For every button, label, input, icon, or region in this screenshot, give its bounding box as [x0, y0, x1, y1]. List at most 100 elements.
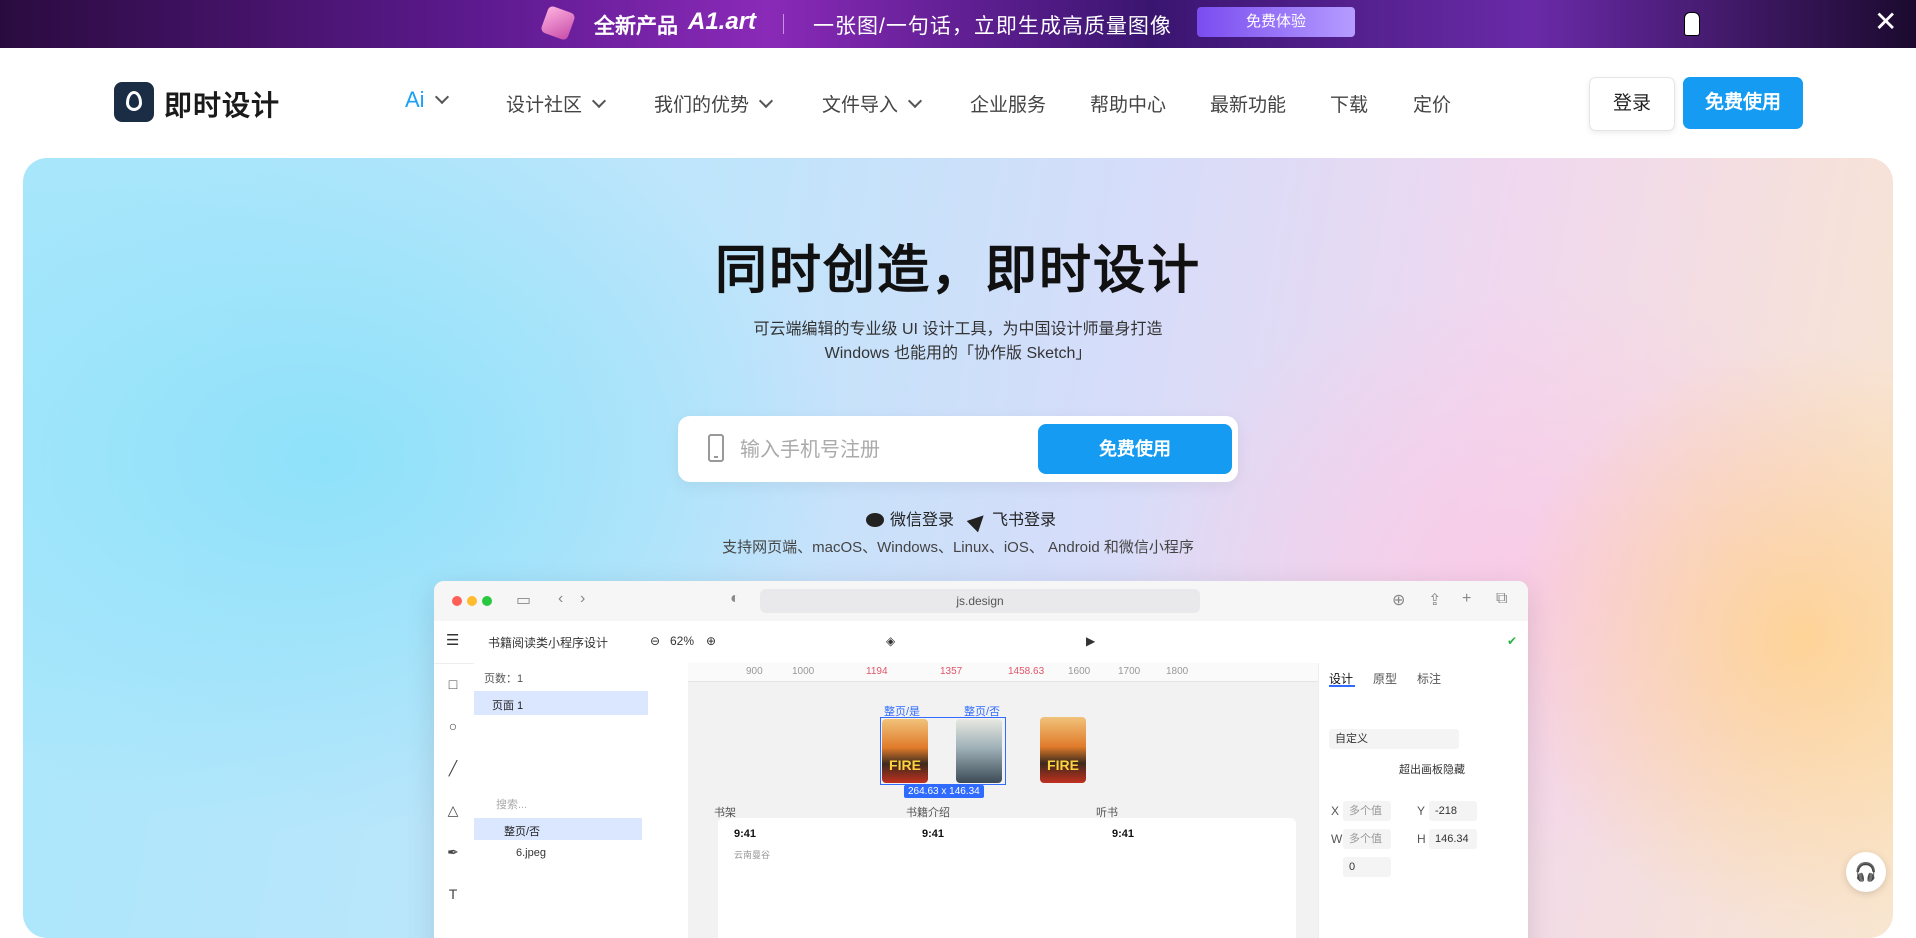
gem-icon: [540, 5, 576, 41]
logo-text[interactable]: 即时设计: [164, 84, 280, 124]
free-use-button[interactable]: 免费使用: [1683, 77, 1803, 129]
nav-item-ai[interactable]: Ai: [405, 87, 449, 113]
nav-item-community[interactable]: 设计社区: [506, 90, 607, 117]
nav-item-label: 我们的优势: [654, 95, 750, 116]
dimension-badge: 264.63 x 146.34: [904, 785, 984, 798]
text-tool-icon[interactable]: T: [446, 887, 460, 901]
layers-panel: 页数：1 页面 1 搜索... 整页/否 6.jpeg: [474, 663, 689, 938]
pen-tool-icon[interactable]: ✒: [446, 845, 460, 859]
nav-item-download[interactable]: 下载: [1330, 90, 1368, 117]
ruler-tick: 1357: [940, 666, 963, 677]
layer-search-input[interactable]: 搜索...: [496, 796, 527, 812]
promo-try-button[interactable]: 免费体验: [1197, 7, 1355, 37]
tab-prototype[interactable]: 原型: [1373, 670, 1397, 687]
new-tab-icon[interactable]: +: [1462, 590, 1471, 608]
close-window-dot[interactable]: [452, 596, 462, 606]
feishu-login-link[interactable]: 飞书登录: [966, 506, 1056, 533]
phone-icon: [708, 434, 724, 462]
component-icon[interactable]: ◈: [886, 634, 895, 648]
nav-item-label: Ai: [405, 87, 425, 112]
nav-item-pricing[interactable]: 定价: [1413, 90, 1451, 117]
book-cover-group[interactable]: [956, 719, 1002, 783]
nav-item-label: 文件导入: [822, 95, 899, 116]
properties-panel: 设计 原型 标注 自定义 超出画板隐藏 X 多个值 Y -218 W 多个值 H…: [1318, 663, 1528, 938]
platforms-text: 支持网页端、macOS、Windows、Linux、iOS、 Android 和…: [722, 539, 1194, 556]
top-navigation: 即时设计 Ai 设计社区 我们的优势 文件导入 企业服务 帮助中心 最新功能 下…: [0, 48, 1916, 158]
zoom-level[interactable]: 62%: [670, 634, 694, 648]
back-icon[interactable]: ‹: [558, 590, 563, 608]
ruler-tick: 1000: [792, 666, 815, 677]
w-field[interactable]: 多个值: [1343, 829, 1391, 849]
promo-product-label: 全新产品: [594, 15, 678, 38]
ruler-tick: 1800: [1166, 666, 1189, 677]
file-name[interactable]: 书籍阅读类小程序设计: [488, 634, 608, 651]
logo-icon[interactable]: [114, 82, 154, 122]
clip-content-checkbox[interactable]: 超出画板隐藏: [1399, 761, 1465, 777]
phone-frame-shelf[interactable]: 9:41 云南曼谷: [718, 818, 918, 938]
shield-icon: ◐: [730, 590, 740, 607]
book-cover-fire[interactable]: FIRE: [882, 719, 928, 783]
maximize-window-dot[interactable]: [482, 596, 492, 606]
zoom-in-icon[interactable]: ⊕: [706, 634, 716, 648]
nav-item-new-features[interactable]: 最新功能: [1210, 90, 1286, 117]
wechat-login-link[interactable]: 微信登录: [866, 506, 954, 530]
layer-row-group[interactable]: 整页/否: [474, 818, 642, 840]
frame-preset-select[interactable]: 自定义: [1329, 729, 1459, 749]
ruler-tick: 1458.63: [1008, 666, 1045, 677]
saved-check-icon: ✔: [1507, 634, 1518, 648]
nav-item-label: 最新功能: [1210, 95, 1287, 116]
minimize-window-dot[interactable]: [467, 596, 477, 606]
headset-support-icon[interactable]: 🎧: [1846, 852, 1886, 892]
promo-product-name[interactable]: A1.art: [688, 8, 756, 36]
share-icon[interactable]: ⇪: [1428, 590, 1441, 610]
phone-frame-listen[interactable]: 9:41: [1096, 818, 1296, 938]
app-preview-window: ▭ ‹ › ◐ js.design ⊕ ⇪ + ⧉ ☰ 书籍阅读类小程序设计 ⊖…: [434, 581, 1528, 938]
sidebar-toggle-icon[interactable]: ▭: [516, 590, 531, 610]
page-name: 页面 1: [492, 700, 524, 712]
x-label: X: [1331, 804, 1340, 818]
rectangle-tool-icon[interactable]: □: [446, 677, 460, 691]
x-field[interactable]: 多个值: [1343, 801, 1391, 821]
download-icon[interactable]: ⊕: [1392, 590, 1405, 610]
chevron-down-icon: [758, 93, 774, 109]
signup-button[interactable]: 免费使用: [1038, 424, 1232, 474]
forward-icon[interactable]: ›: [580, 590, 585, 608]
w-label: W: [1331, 832, 1343, 846]
phone-frame-intro[interactable]: 9:41: [906, 818, 1106, 938]
design-canvas[interactable]: 900 1000 1194 1357 1458.63 1600 1700 180…: [688, 663, 1318, 938]
status-time: 9:41: [1112, 828, 1135, 840]
zoom-out-icon[interactable]: ⊖: [650, 634, 660, 648]
nav-item-help[interactable]: 帮助中心: [1090, 90, 1166, 117]
menu-icon[interactable]: ☰: [446, 631, 459, 649]
y-field[interactable]: -218: [1429, 801, 1477, 821]
address-bar[interactable]: js.design: [760, 589, 1200, 613]
ellipse-tool-icon[interactable]: ○: [446, 719, 460, 733]
h-field[interactable]: 146.34: [1429, 829, 1477, 849]
pages-count: 页数：1: [484, 673, 524, 685]
search-hint: 云南曼谷: [734, 850, 771, 860]
tabs-icon[interactable]: ⧉: [1496, 590, 1507, 608]
hero-subtitle: 可云端编辑的专业级 UI 设计工具，为中国设计师量身打造 Windows 也能用…: [23, 318, 1893, 366]
layer-image-name[interactable]: 6.jpeg: [516, 847, 546, 859]
page-item-selected[interactable]: 页面 1: [474, 691, 648, 715]
nav-item-label: 设计社区: [506, 95, 583, 116]
left-toolbar: □ ○ ╱ △ ✒ T: [434, 663, 475, 938]
hero-subtitle-line-2: Windows 也能用的「协作版 Sketch」: [824, 345, 1092, 362]
wechat-login-label: 微信登录: [890, 512, 955, 529]
play-icon[interactable]: ▶: [1086, 634, 1095, 648]
nav-item-label: 定价: [1413, 95, 1452, 116]
close-icon[interactable]: ✕: [1874, 8, 1897, 36]
rotation-field[interactable]: 0: [1343, 857, 1391, 877]
tab-annotation[interactable]: 标注: [1417, 670, 1441, 687]
triangle-tool-icon[interactable]: △: [446, 803, 460, 817]
promo-banner: 全新产品 A1.art 一张图/一句话，立即生成高质量图像 免费体验 ✕: [0, 0, 1916, 48]
hero-subtitle-line-1: 可云端编辑的专业级 UI 设计工具，为中国设计师量身打造: [753, 321, 1163, 338]
line-tool-icon[interactable]: ╱: [446, 761, 460, 775]
login-button[interactable]: 登录: [1589, 77, 1675, 131]
nav-item-file-import[interactable]: 文件导入: [822, 90, 923, 117]
nav-item-enterprise[interactable]: 企业服务: [970, 90, 1046, 117]
phone-input[interactable]: [738, 434, 1002, 466]
nav-item-advantages[interactable]: 我们的优势: [654, 90, 774, 117]
status-time: 9:41: [922, 828, 945, 840]
book-cover-fire-2[interactable]: FIRE: [1040, 717, 1086, 783]
